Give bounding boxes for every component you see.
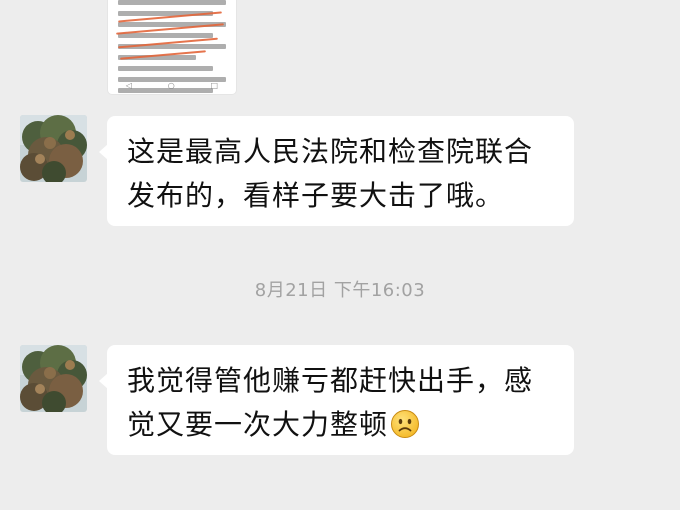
- tree-avatar-icon: [20, 115, 87, 182]
- contact-avatar-2[interactable]: [20, 345, 87, 412]
- message-timestamp: 8月21日 下午16:03: [254, 280, 426, 301]
- thumbnail-nav-bar: ◁ ○ □: [108, 80, 236, 90]
- back-icon: ◁: [125, 80, 133, 90]
- message-text-2: 我觉得管他赚亏都赶快出手，感觉又要一次大力整顿: [127, 364, 534, 441]
- tree-avatar-icon: [20, 345, 87, 412]
- chat-screen: ◁ ○ □ 这是最高人民法院和检查院联合发布的，看样子要大击了哦。 8月21日 …: [0, 0, 680, 510]
- home-icon: ○: [167, 80, 175, 90]
- contact-avatar[interactable]: [20, 115, 87, 182]
- recent-apps-icon: □: [210, 80, 219, 90]
- message-bubble-2[interactable]: 我觉得管他赚亏都赶快出手，感觉又要一次大力整顿: [99, 345, 574, 455]
- image-message-thumbnail[interactable]: ◁ ○ □: [108, 0, 236, 94]
- sad-face-icon: [390, 408, 420, 438]
- message-text-1: 这是最高人民法院和检查院联合发布的，看样子要大击了哦。: [127, 135, 534, 212]
- message-bubble-1[interactable]: 这是最高人民法院和检查院联合发布的，看样子要大击了哦。: [99, 116, 574, 226]
